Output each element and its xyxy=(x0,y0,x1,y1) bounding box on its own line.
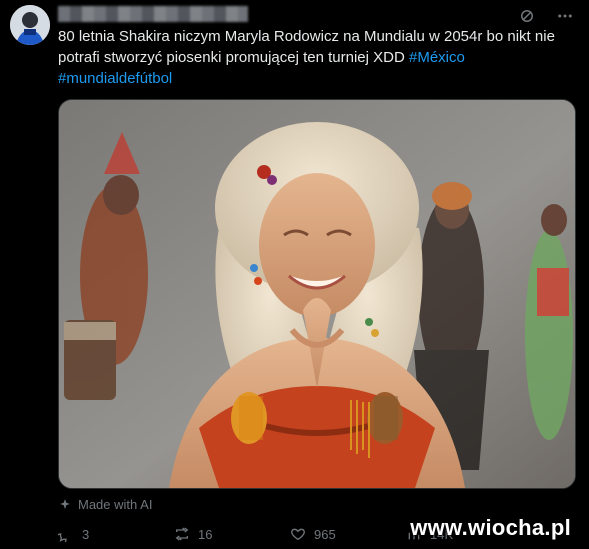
grok-icon[interactable] xyxy=(517,6,537,26)
repost-metric[interactable]: 16 xyxy=(174,526,290,542)
author-name-redacted xyxy=(58,6,248,22)
reply-metric[interactable]: 3 xyxy=(58,526,174,542)
repost-count: 16 xyxy=(198,526,213,542)
reply-count: 3 xyxy=(82,526,90,542)
tweet-text: 80 letnia Shakira niczym Maryla Rodowicz… xyxy=(58,26,563,89)
hashtag-mexico[interactable]: #México xyxy=(409,49,465,66)
like-count: 965 xyxy=(314,526,336,542)
reply-icon xyxy=(58,533,67,542)
tweet-body: 80 letnia Shakira niczym Maryla Rodowicz… xyxy=(58,28,555,66)
hashtag-mundialdefutbol[interactable]: #mundialdefútbol xyxy=(58,70,172,87)
avatar[interactable] xyxy=(10,5,50,45)
more-icon[interactable] xyxy=(555,6,575,26)
ai-image-illustration xyxy=(59,100,575,488)
sparkle-icon xyxy=(60,498,70,509)
like-metric[interactable]: 965 xyxy=(290,526,406,542)
ai-disclaimer: Made with AI xyxy=(58,497,152,512)
tweet-image[interactable] xyxy=(58,99,576,489)
tweet-top-actions xyxy=(517,6,575,26)
repost-icon xyxy=(175,527,189,541)
watermark: www.wiocha.pl xyxy=(410,515,571,540)
like-icon xyxy=(291,528,305,541)
ai-label-text: Made with AI xyxy=(78,497,153,512)
